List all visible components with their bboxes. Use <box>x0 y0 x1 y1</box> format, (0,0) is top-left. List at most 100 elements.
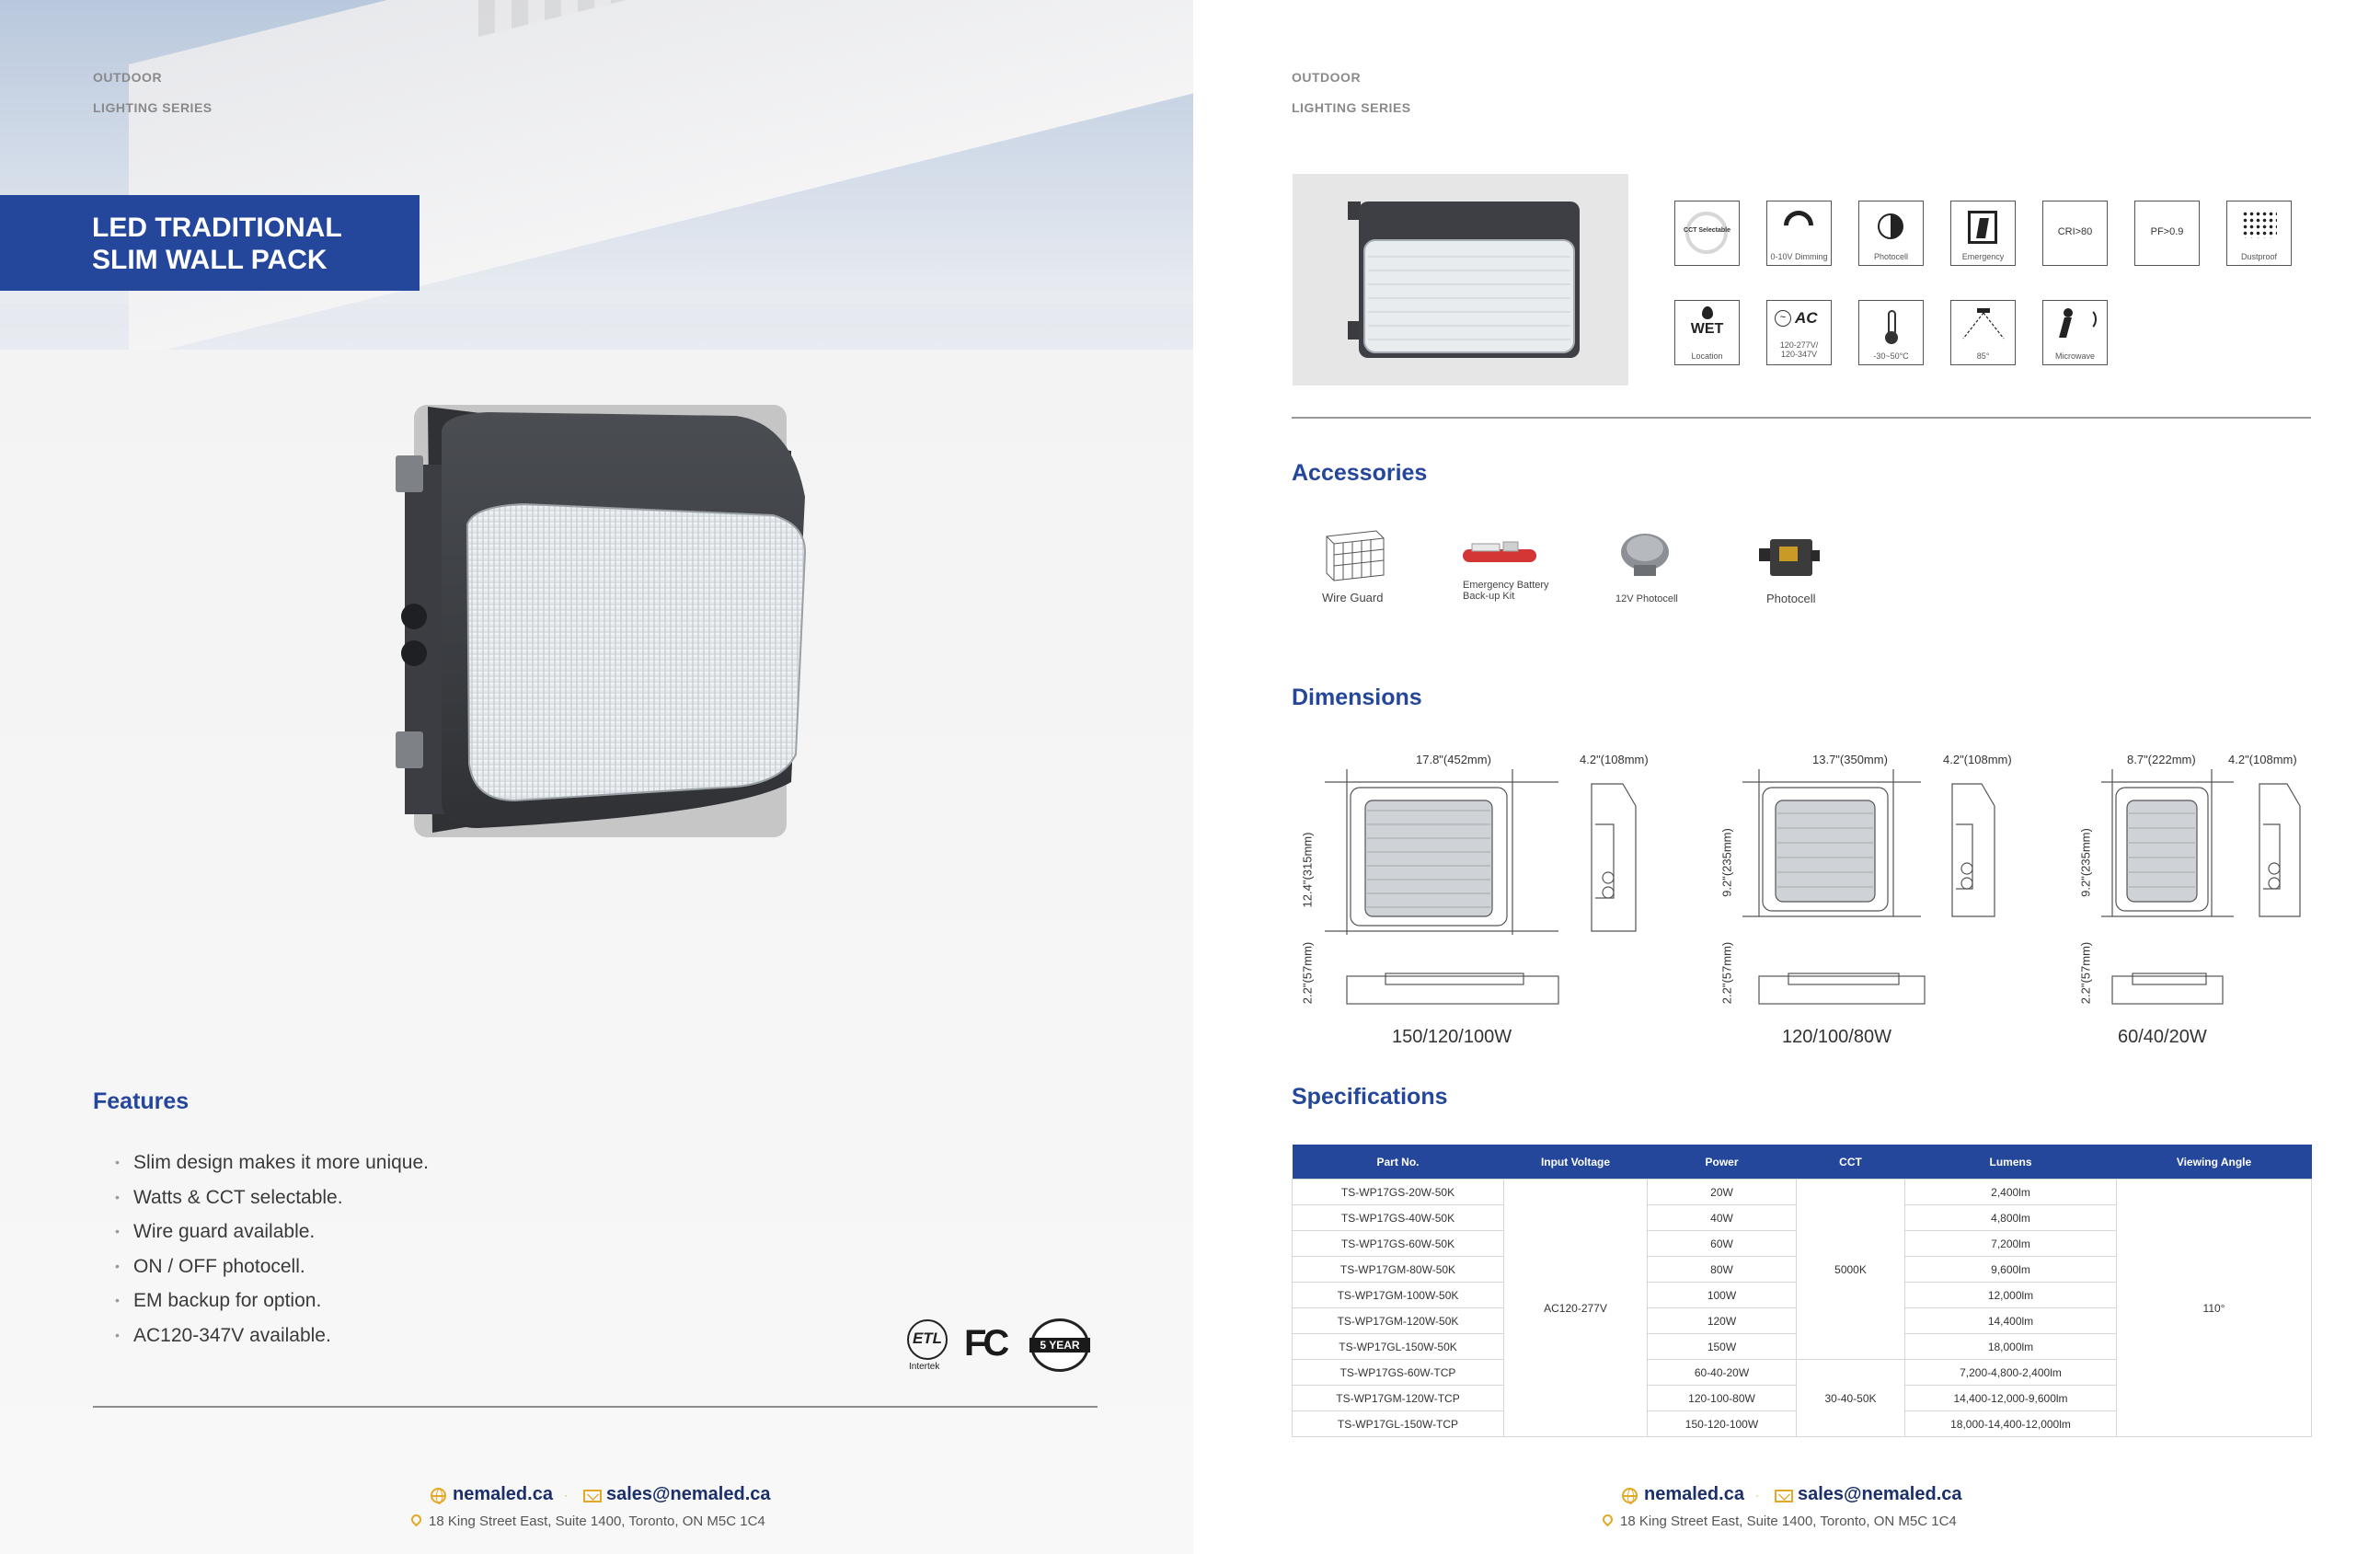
dimension-wattage-label: 150/120/100W <box>1392 1027 1512 1047</box>
dimming-icon: 0-10V Dimming <box>1766 201 1832 266</box>
part-cell: TS-WP17GS-60W-TCP <box>1292 1359 1504 1386</box>
lumens-cell: 12,000lm <box>1904 1282 2117 1308</box>
email-link[interactable]: sales@nemaled.ca <box>606 1484 771 1505</box>
lumens-cell: 18,000lm <box>1904 1333 2117 1360</box>
etl-logo-icon: ETL <box>907 1319 948 1360</box>
emergency-icon: Emergency <box>1950 201 2016 266</box>
accessory-label: Photocell <box>1766 592 1816 605</box>
dimension-group: 8.7"(222mm) 4.2"(108mm) 9.2"(235mm) 2.2"… <box>2070 745 2328 1049</box>
website-link[interactable]: nemaled.ca <box>1644 1484 1744 1505</box>
cct-cell: 5000K <box>1796 1179 1905 1360</box>
ac-label: AC <box>1795 309 1818 327</box>
lumens-cell: 4,800lm <box>1904 1204 2117 1231</box>
power-cell: 150W <box>1647 1333 1797 1360</box>
power-cell: 100W <box>1647 1282 1797 1308</box>
dimension-group: 13.7"(350mm) 4.2"(108mm) 9.2"(235mm) 2.2… <box>1711 745 2015 1049</box>
temperature-icon: -30~50°C <box>1858 300 1924 365</box>
dimming-caption: 0-10V Dimming <box>1770 252 1828 261</box>
feature-item: Watts & CCT selectable. <box>115 1180 429 1215</box>
dimension-drawing-small <box>2101 769 2301 1005</box>
product-thumbnail <box>1293 174 1628 386</box>
part-cell: TS-WP17GS-40W-50K <box>1292 1204 1504 1231</box>
product-title: LED TRADITIONAL SLIM WALL PACK <box>92 212 405 276</box>
wire-guard-image <box>1326 530 1385 581</box>
dimension-depth: 4.2"(108mm) <box>1580 753 1649 766</box>
fc-logo-icon: FC <box>964 1323 1009 1364</box>
right-top-divider <box>1292 417 2311 419</box>
cri-icon: CRI>80 <box>2042 201 2108 266</box>
part-cell: TS-WP17GM-100W-50K <box>1292 1282 1504 1308</box>
accessory-label: Emergency Battery Back-up Kit <box>1463 580 1549 602</box>
cct-selectable-icon: CCT Selectable <box>1674 201 1740 266</box>
viewing-angle-cell: 110° <box>2116 1179 2312 1437</box>
power-cell: 150-120-100W <box>1647 1410 1797 1437</box>
dimension-side: 2.2"(57mm) <box>1300 941 1315 1005</box>
ac-caption: 120-277V/ 120-347V <box>1779 340 1819 359</box>
dimension-group: 17.8"(452mm) 4.2"(108mm) 12.4"(315mm) 2.… <box>1292 745 1660 1049</box>
photocell-caption: Photocell <box>1873 252 1909 261</box>
features-list: Slim design makes it more unique. Watts … <box>115 1145 429 1353</box>
feature-item: AC120-347V available. <box>115 1318 429 1353</box>
wet-location-icon: WET Location <box>1674 300 1740 365</box>
lumens-cell: 7,200-4,800-2,400lm <box>1904 1359 2117 1386</box>
wet-caption: Location <box>1691 351 1723 361</box>
column-header: Input Voltage <box>1503 1145 1648 1180</box>
battery-kit-image <box>1463 541 1536 562</box>
dimension-height: 9.2"(235mm) <box>2078 828 2093 897</box>
dimension-width: 13.7"(350mm) <box>1812 753 1888 766</box>
part-cell: TS-WP17GL-150W-TCP <box>1292 1410 1504 1437</box>
temperature-caption: -30~50°C <box>1873 351 1909 361</box>
column-header: Part No. <box>1292 1145 1504 1180</box>
power-cell: 120W <box>1647 1307 1797 1334</box>
lumens-cell: 7,200lm <box>1904 1230 2117 1257</box>
website-link[interactable]: nemaled.ca <box>453 1484 553 1505</box>
part-cell: TS-WP17GS-20W-50K <box>1292 1179 1504 1205</box>
column-header: Lumens <box>1904 1145 2117 1180</box>
email-link[interactable]: sales@nemaled.ca <box>1798 1484 1962 1505</box>
dimension-wattage-label: 60/40/20W <box>2118 1027 2207 1047</box>
product-title-line1: LED TRADITIONAL <box>92 213 342 243</box>
power-cell: 120-100-80W <box>1647 1385 1797 1411</box>
input-voltage-cell: AC120-277V <box>1503 1179 1648 1437</box>
column-header: CCT <box>1796 1145 1905 1180</box>
dimension-side: 2.2"(57mm) <box>1719 941 1734 1005</box>
dimension-width: 8.7"(222mm) <box>2127 753 2196 766</box>
address-text: 18 King Street East, Suite 1400, Toronto… <box>1620 1514 1957 1529</box>
dustproof-icon: Dustproof <box>2226 201 2292 266</box>
table-header-row: Part No. Input Voltage Power CCT Lumens … <box>1292 1145 2312 1180</box>
microwave-icon: Microwave <box>2042 300 2108 365</box>
left-divider <box>93 1406 1098 1408</box>
power-cell: 80W <box>1647 1256 1797 1283</box>
warranty-badge-icon: 5 YEAR <box>1029 1318 1090 1372</box>
lumens-cell: 14,400lm <box>1904 1307 2117 1334</box>
product-thumbnail-image <box>1348 201 1580 358</box>
column-header: Power <box>1647 1145 1797 1180</box>
power-cell: 60-40-20W <box>1647 1359 1797 1386</box>
dimension-drawing-large <box>1325 769 1637 1005</box>
feature-item: ON / OFF photocell. <box>115 1249 429 1284</box>
cri-label: CRI>80 <box>2057 226 2093 237</box>
power-cell: 40W <box>1647 1204 1797 1231</box>
footer-separator: · <box>564 1489 568 1502</box>
wet-label: WET <box>1690 321 1724 337</box>
accessory-label: Wire Guard <box>1322 591 1384 604</box>
series-label-line2: LIGHTING SERIES <box>93 100 213 115</box>
globe-icon <box>431 1488 446 1504</box>
series-label-line1: OUTDOOR <box>93 70 163 85</box>
ac-voltage-icon: ~ AC 120-277V/ 120-347V <box>1766 300 1832 365</box>
specifications-title: Specifications <box>1292 1084 1448 1110</box>
warranty-badge-label: 5 YEAR <box>1029 1338 1090 1353</box>
dustproof-caption: Dustproof <box>2240 252 2278 261</box>
features-title: Features <box>93 1088 190 1114</box>
right-series-label-line1: OUTDOOR <box>1292 70 1362 85</box>
lumens-cell: 9,600lm <box>1904 1256 2117 1283</box>
part-cell: TS-WP17GM-120W-TCP <box>1292 1385 1504 1411</box>
feature-item: EM backup for option. <box>115 1283 429 1318</box>
column-header: Viewing Angle <box>2116 1145 2312 1180</box>
accessory-label: 12V Photocell <box>1615 593 1678 604</box>
table-row: TS-WP17GS-20W-50K AC120-277V 20W 5000K 2… <box>1292 1179 2312 1437</box>
part-cell: TS-WP17GL-150W-50K <box>1292 1333 1504 1360</box>
lumens-cell: 14,400-12,000-9,600lm <box>1904 1385 2117 1411</box>
dimension-side: 2.2"(57mm) <box>2078 941 2093 1005</box>
cct-selectable-label: CCT Selectable <box>1684 227 1730 234</box>
